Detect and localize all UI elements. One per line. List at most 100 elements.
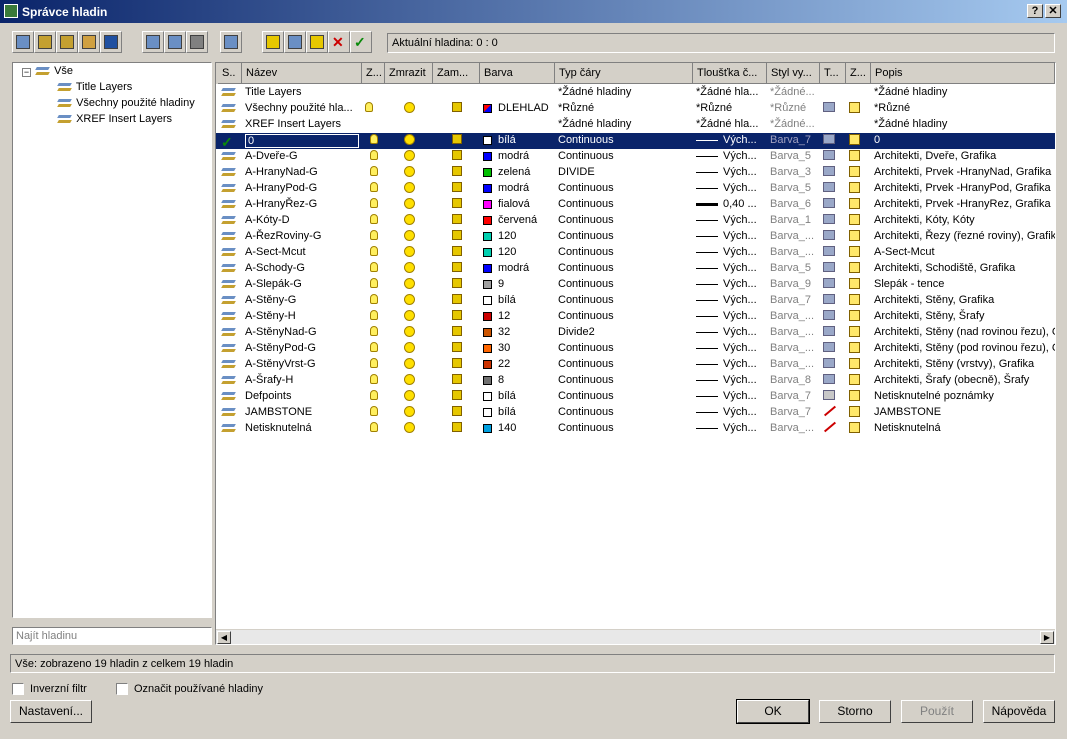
unlock-icon[interactable] (451, 342, 462, 352)
filter-row[interactable]: Všechny použité hla... DLEHLAD *Různé *Různ… (216, 101, 1055, 117)
sun-icon[interactable] (403, 150, 415, 161)
linetype-cell[interactable]: Continuous (555, 421, 693, 437)
name-cell[interactable]: XREF Insert Layers (242, 117, 362, 133)
description-cell[interactable]: Architekti, Stěny (pod rovinou řezu), G (871, 341, 1055, 357)
vp-freeze-icon[interactable] (849, 374, 860, 385)
description-cell[interactable]: Architekti, Prvek -HranyPod, Grafika (871, 181, 1055, 197)
lineweight-cell[interactable]: Vých... (693, 181, 767, 197)
color-cell[interactable]: bílá (480, 293, 555, 309)
delete-filter-button[interactable] (186, 31, 208, 53)
vp-freeze-cell[interactable] (846, 149, 871, 165)
vp-freeze-icon[interactable] (849, 294, 860, 305)
plot-cell[interactable] (820, 357, 846, 373)
plot-cell[interactable] (820, 101, 846, 117)
plot-cell[interactable] (820, 165, 846, 181)
tree-item-title-layers[interactable]: Title Layers (57, 81, 132, 96)
lock-cell[interactable] (433, 405, 480, 421)
color-cell[interactable]: červená (480, 213, 555, 229)
new-group-filter-button[interactable] (34, 31, 56, 53)
lightbulb-icon[interactable] (369, 166, 378, 176)
vp-freeze-cell[interactable] (846, 165, 871, 181)
new-layer2-button[interactable] (262, 31, 284, 53)
linetype-cell[interactable]: Continuous (555, 181, 693, 197)
sun-icon[interactable] (403, 166, 415, 177)
sun-icon[interactable] (403, 358, 415, 369)
save-button[interactable] (100, 31, 122, 53)
lineweight-cell[interactable]: Vých... (693, 421, 767, 437)
lock-cell[interactable] (433, 245, 480, 261)
filter-tree[interactable]: − Vše Title Layers Všechny použité hladi… (12, 62, 212, 618)
vp-freeze-icon[interactable] (849, 342, 860, 353)
new-layer-vp-button[interactable] (164, 31, 186, 53)
lock-cell[interactable] (433, 389, 480, 405)
freeze-cell[interactable] (385, 341, 433, 357)
delete-layer-button[interactable]: ✕ (328, 31, 350, 53)
freeze-cell[interactable] (385, 197, 433, 213)
column-header[interactable]: S.. (218, 63, 242, 84)
freeze-cell[interactable] (385, 229, 433, 245)
linetype-cell[interactable]: Continuous (555, 213, 693, 229)
linetype-cell[interactable]: Continuous (555, 261, 693, 277)
layer-row[interactable]: A-StěnyNad-G 32 Divide2 Vých... Barva_... Arc… (216, 325, 1055, 341)
horizontal-scrollbar[interactable]: ◀ ▶ (216, 629, 1055, 644)
lock-cell[interactable] (433, 341, 480, 357)
printer-icon[interactable] (823, 150, 835, 160)
refresh-button[interactable] (220, 31, 242, 53)
vp-freeze-icon[interactable] (849, 246, 860, 257)
unlock-icon[interactable] (451, 358, 462, 368)
lineweight-cell[interactable]: *Žádné hla... (693, 85, 767, 101)
name-cell[interactable]: A-HranyŘez-G (242, 197, 362, 213)
unlock-icon[interactable] (451, 310, 462, 320)
lock-cell[interactable] (433, 229, 480, 245)
linetype-cell[interactable]: Continuous (555, 357, 693, 373)
linetype-cell[interactable]: Continuous (555, 341, 693, 357)
name-cell[interactable]: A-StěnyVrst-G (242, 357, 362, 373)
layer-row[interactable]: A-Slepák-G 9 Continuous Vých... Barva_9 Slepá… (216, 277, 1055, 293)
lineweight-cell[interactable]: *Různé (693, 101, 767, 117)
printer-icon[interactable] (823, 102, 835, 112)
plotstyle-cell[interactable]: *Žádné... (767, 117, 820, 133)
description-cell[interactable]: Netisknutelné poznámky (871, 389, 1055, 405)
new-layer-button[interactable] (142, 31, 164, 53)
description-cell[interactable]: Architekti, Řezy (řezné roviny), Grafika (871, 229, 1055, 245)
description-cell[interactable]: A-Sect-Mcut (871, 245, 1055, 261)
name-cell[interactable]: JAMBSTONE (242, 405, 362, 421)
plot-cell[interactable] (820, 133, 846, 149)
description-cell[interactable]: Architekti, Stěny, Grafika (871, 293, 1055, 309)
freeze-mixed-icon[interactable] (403, 102, 415, 113)
vp-freeze-cell[interactable] (846, 357, 871, 373)
column-header[interactable]: Z... (362, 63, 385, 84)
lock-cell[interactable] (433, 357, 480, 373)
printer-icon[interactable] (823, 230, 835, 240)
lightbulb-icon[interactable] (369, 150, 378, 160)
printer-icon[interactable] (823, 134, 835, 144)
printer-icon[interactable] (823, 278, 835, 288)
column-header[interactable]: Barva (480, 63, 555, 84)
vp-freeze-icon[interactable] (849, 358, 860, 369)
on-cell[interactable] (362, 421, 385, 437)
color-cell[interactable]: bílá (480, 133, 555, 149)
unlock-icon[interactable] (451, 422, 462, 432)
linetype-cell[interactable]: Continuous (555, 245, 693, 261)
unlock-icon[interactable] (451, 214, 462, 224)
name-cell[interactable]: Všechny použité hla... (242, 101, 362, 117)
plotstyle-cell[interactable]: Barva_... (767, 309, 820, 325)
description-cell[interactable]: *Různé (871, 101, 1055, 117)
column-header[interactable]: Zmrazit (385, 63, 433, 84)
color-cell[interactable]: modrá (480, 261, 555, 277)
freeze-cell[interactable] (385, 261, 433, 277)
layer-row[interactable]: A-StěnyPod-G 30 Continuous Vých... Barva_...… (216, 341, 1055, 357)
plotstyle-cell[interactable]: Barva_7 (767, 389, 820, 405)
unlock-icon[interactable] (451, 294, 462, 304)
description-cell[interactable]: Architekti, Šrafy (obecně), Šrafy (871, 373, 1055, 389)
lineweight-cell[interactable]: Vých... (693, 229, 767, 245)
on-cell[interactable] (362, 245, 385, 261)
name-cell[interactable]: Netisknutelná (242, 421, 362, 437)
lock-cell[interactable] (433, 325, 480, 341)
lightbulb-icon[interactable] (369, 230, 378, 240)
name-cell[interactable]: A-Sect-Mcut (242, 245, 362, 261)
sun-icon[interactable] (403, 278, 415, 289)
lineweight-cell[interactable]: Vých... (693, 357, 767, 373)
printer-icon[interactable] (823, 198, 835, 208)
description-cell[interactable]: JAMBSTONE (871, 405, 1055, 421)
